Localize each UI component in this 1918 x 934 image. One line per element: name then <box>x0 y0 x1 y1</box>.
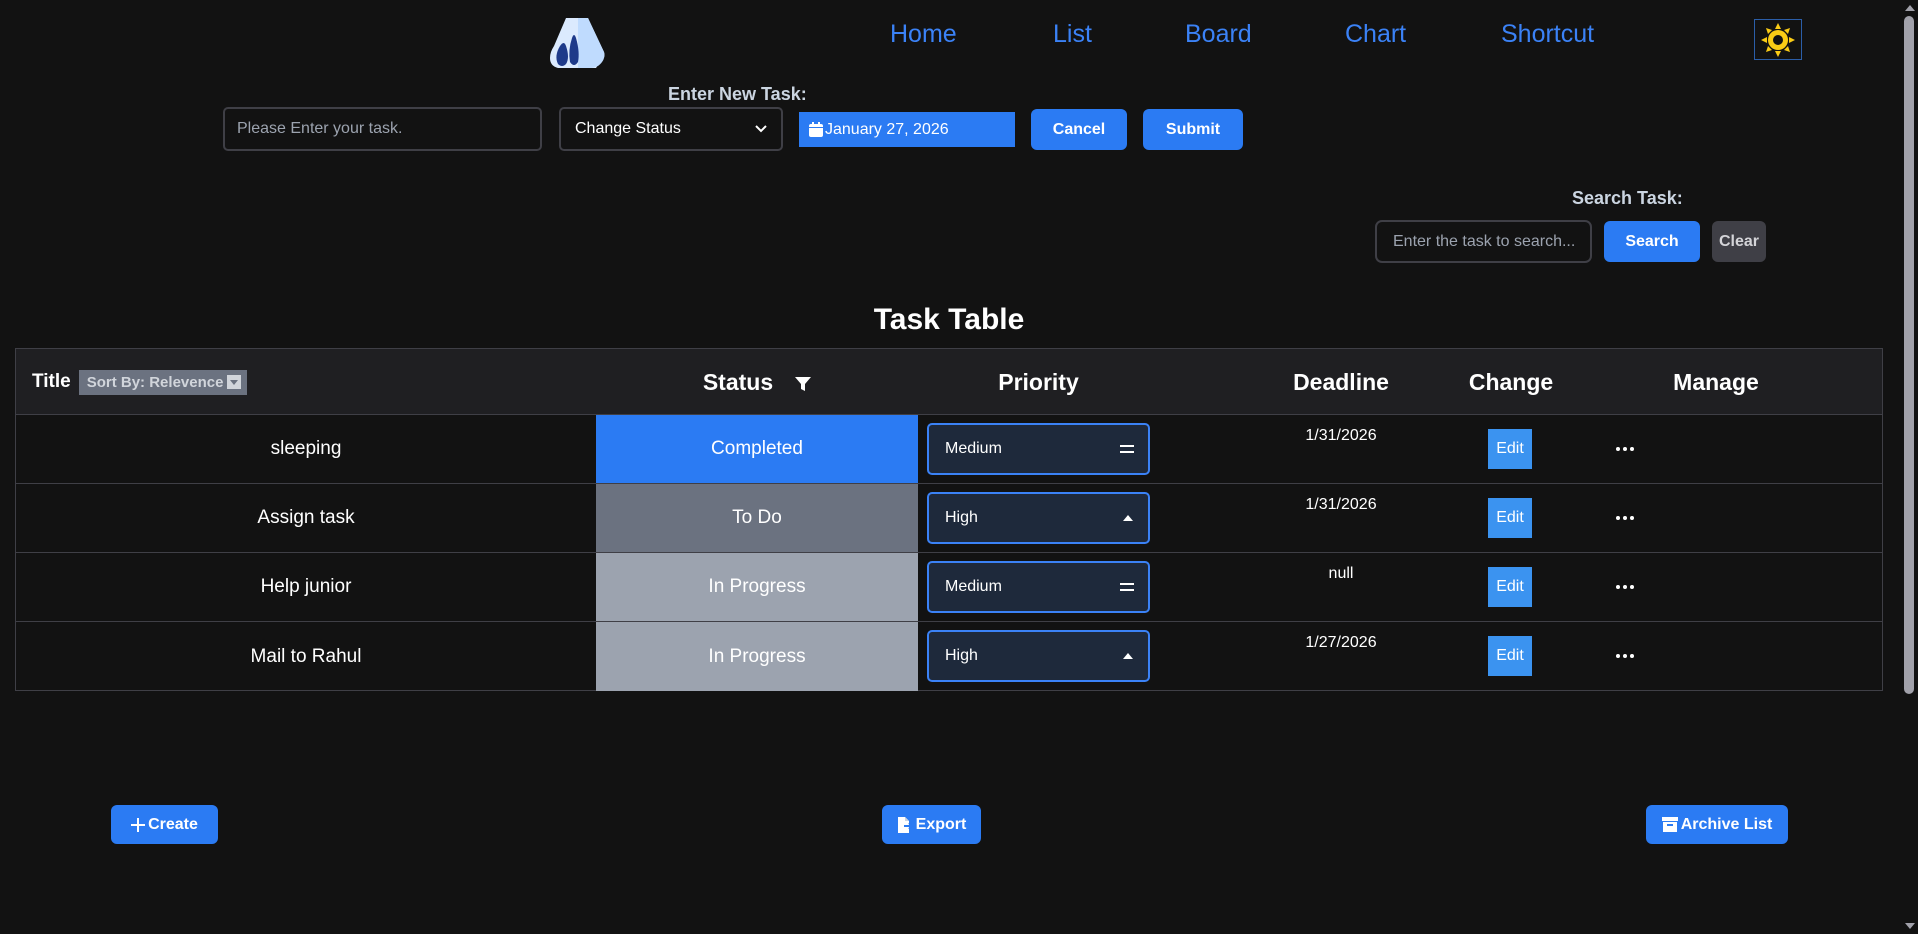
caret-down-icon <box>227 375 242 389</box>
task-deadline: null <box>1328 565 1354 582</box>
search-label: Search Task: <box>1572 188 1683 208</box>
header-manage: Manage <box>1673 368 1759 395</box>
new-task-label: Enter New Task: <box>668 84 807 104</box>
edit-button[interactable]: Edit <box>1488 498 1532 538</box>
task-deadline: 1/31/2026 <box>1305 496 1377 513</box>
status-select-value: Change Status <box>575 120 681 137</box>
table-row: sleeping Completed Medium 1/31/2026 Edit <box>16 415 1882 484</box>
create-label: Create <box>148 815 198 833</box>
table-title: Task Table <box>873 303 1025 336</box>
priority-value: Medium <box>945 440 1002 457</box>
status-select[interactable]: Change Status <box>559 107 783 151</box>
task-table: Title Sort By: Relevence Status Priority… <box>15 348 1883 691</box>
equals-icon <box>1120 445 1134 453</box>
archive-icon <box>1661 817 1678 832</box>
scroll-down-icon[interactable] <box>1905 923 1915 929</box>
export-button[interactable]: Export <box>882 805 981 844</box>
nav-list[interactable]: List <box>1053 20 1092 49</box>
table-row: Assign task To Do High 1/31/2026 Edit <box>16 484 1882 553</box>
sort-label: Sort By: Relevence <box>86 373 224 391</box>
create-button[interactable]: Create <box>111 805 218 844</box>
sort-button[interactable]: Sort By: Relevence <box>78 369 248 395</box>
task-title: Help junior <box>260 576 352 597</box>
chevron-down-icon <box>755 125 767 133</box>
priority-select[interactable]: High <box>927 630 1150 682</box>
task-status[interactable]: Completed <box>596 415 918 483</box>
priority-select[interactable]: Medium <box>927 423 1150 475</box>
task-title: sleeping <box>270 438 342 459</box>
header-title: Title Sort By: Relevence <box>32 349 248 415</box>
task-title: Mail to Rahul <box>250 645 362 667</box>
nav-chart[interactable]: Chart <box>1345 20 1406 49</box>
search-button[interactable]: Search <box>1604 221 1700 262</box>
edit-button[interactable]: Edit <box>1488 429 1532 469</box>
task-status[interactable]: To Do <box>596 484 918 552</box>
export-label: Export <box>915 815 967 833</box>
nav-shortcut[interactable]: Shortcut <box>1501 20 1594 49</box>
sun-icon <box>1761 22 1795 57</box>
header-title-label: Title <box>32 371 71 392</box>
more-options-icon[interactable] <box>1610 645 1640 667</box>
priority-value: High <box>945 509 978 526</box>
header-status: Status <box>596 349 918 415</box>
scroll-up-icon[interactable] <box>1905 5 1915 11</box>
plus-icon <box>131 817 146 832</box>
date-picker[interactable]: January 27, 2026 <box>799 112 1015 147</box>
task-title: Assign task <box>257 507 355 528</box>
table-header: Title Sort By: Relevence Status Priority… <box>16 349 1882 415</box>
caret-up-icon <box>1123 515 1133 521</box>
cancel-button[interactable]: Cancel <box>1031 109 1127 150</box>
page-scrollbar[interactable] <box>1901 0 1918 934</box>
archive-label: Archive List <box>1680 815 1773 833</box>
nav-board[interactable]: Board <box>1185 20 1252 49</box>
more-options-icon[interactable] <box>1610 507 1640 529</box>
table-row: Mail to Rahul In Progress High 1/27/2026 Edi… <box>16 622 1882 691</box>
calendar-icon <box>809 122 823 137</box>
more-options-icon[interactable] <box>1610 576 1640 598</box>
task-deadline: 1/31/2026 <box>1305 427 1377 444</box>
priority-value: Medium <box>945 578 1002 595</box>
filter-icon[interactable] <box>795 376 812 392</box>
edit-button[interactable]: Edit <box>1488 567 1532 607</box>
theme-toggle-button[interactable] <box>1754 19 1802 60</box>
edit-button[interactable]: Edit <box>1488 636 1532 676</box>
caret-up-icon <box>1123 653 1133 659</box>
logo-icon[interactable] <box>548 16 606 70</box>
date-value: January 27, 2026 <box>825 120 949 138</box>
header-priority: Priority <box>998 368 1079 395</box>
search-input[interactable] <box>1375 220 1592 263</box>
priority-select[interactable]: High <box>927 492 1150 544</box>
new-task-input[interactable] <box>223 107 542 151</box>
header-status-label: Status <box>702 368 774 395</box>
priority-select[interactable]: Medium <box>927 561 1150 613</box>
task-status[interactable]: In Progress <box>596 622 918 691</box>
scroll-thumb[interactable] <box>1904 16 1914 694</box>
nav-home[interactable]: Home <box>890 20 957 49</box>
clear-button[interactable]: Clear <box>1712 221 1766 262</box>
more-options-icon[interactable] <box>1610 438 1640 460</box>
equals-icon <box>1120 583 1134 591</box>
priority-value: High <box>945 647 978 664</box>
file-export-icon <box>897 816 913 833</box>
table-row: Help junior In Progress Medium null Edit <box>16 553 1882 622</box>
header-change: Change <box>1468 368 1554 395</box>
submit-button[interactable]: Submit <box>1143 109 1243 150</box>
archive-list-button[interactable]: Archive List <box>1646 805 1788 844</box>
header-deadline: Deadline <box>1293 368 1389 395</box>
task-status[interactable]: In Progress <box>596 553 918 621</box>
task-deadline: 1/27/2026 <box>1305 634 1377 651</box>
